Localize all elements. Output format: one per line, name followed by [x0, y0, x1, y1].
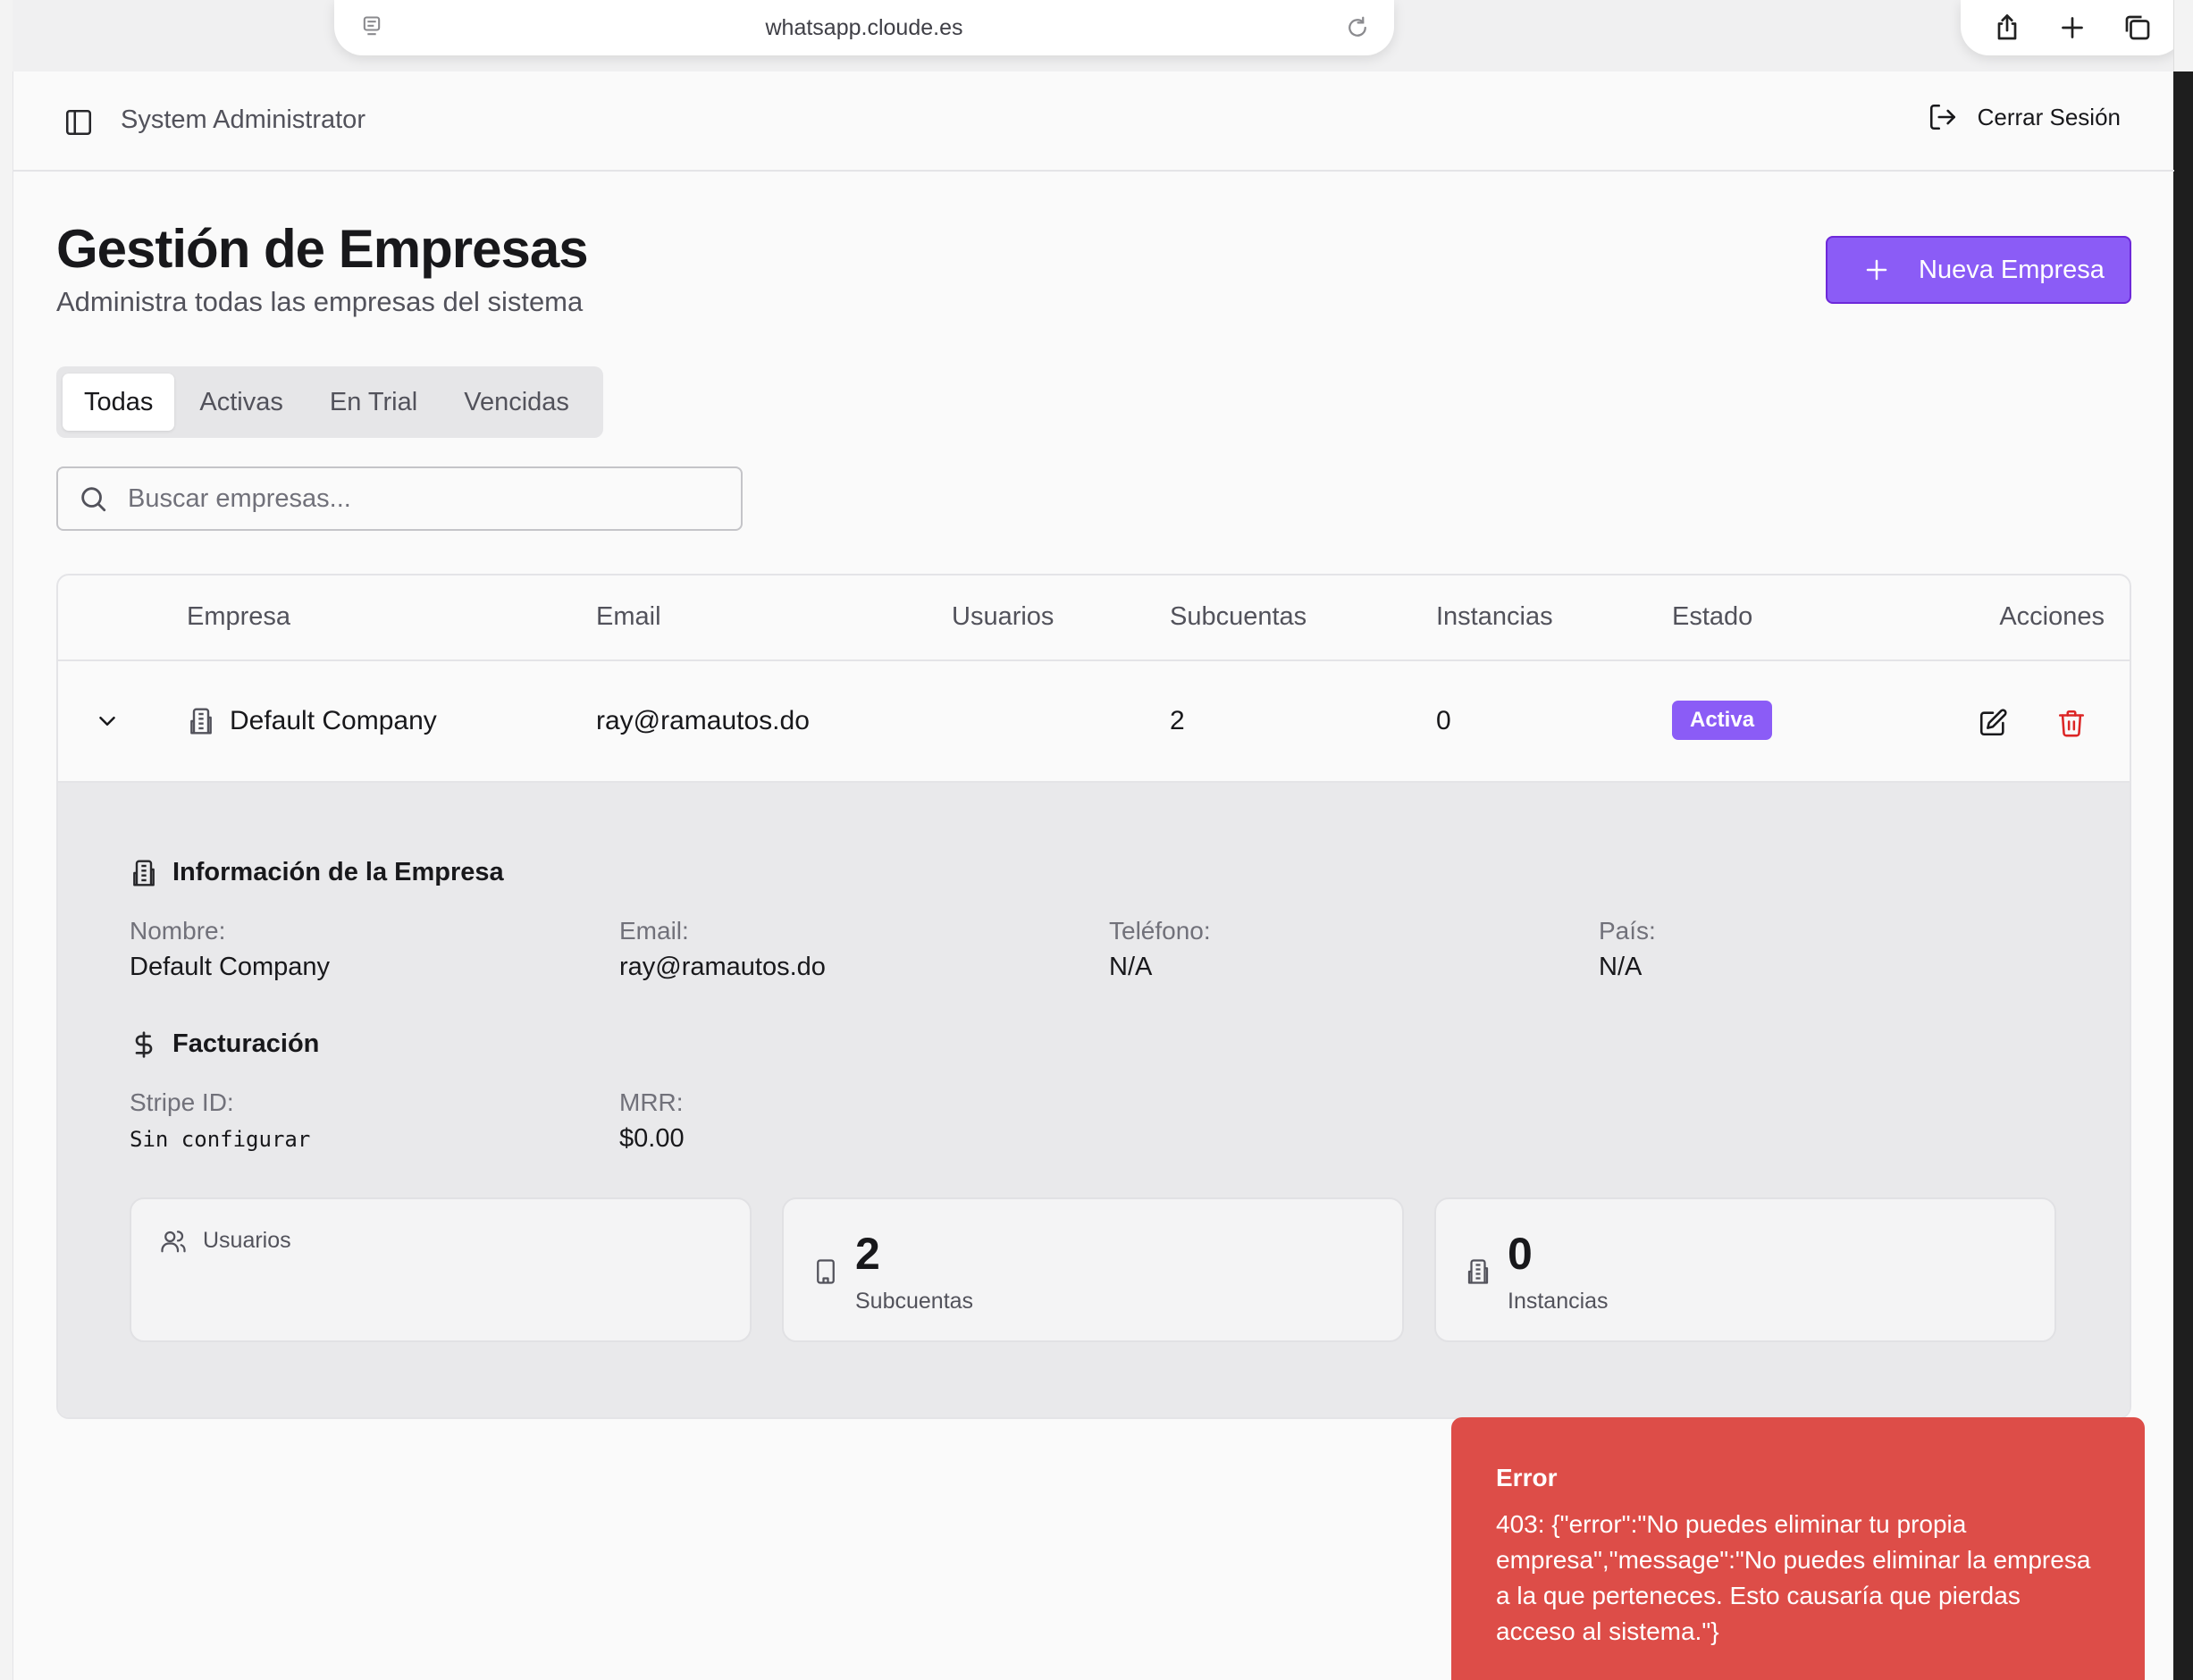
page-subtitle: Administra todas las empresas del sistem… [56, 286, 584, 317]
company-subaccounts-cell: 2 [1170, 706, 1185, 735]
name-label: Nombre: [130, 917, 226, 945]
info-section-label: Información de la Empresa [172, 858, 504, 886]
subaccounts-stat-value: 2 [855, 1229, 880, 1279]
building-icon [817, 1259, 835, 1284]
company-name-cell: Default Company [230, 706, 437, 735]
toast-message: 403: {"error":"No puedes eliminar tu pro… [1496, 1510, 2091, 1645]
phone-value: N/A [1109, 953, 1153, 981]
error-toast[interactable]: Error 403: {"error":"No puedes eliminar … [1451, 1417, 2145, 1680]
subaccounts-stat-label: Subcuentas [855, 1289, 974, 1314]
reload-icon[interactable] [1344, 14, 1371, 41]
browser-chrome: whatsapp.cloude.es [0, 0, 2193, 71]
logout-icon [1929, 104, 1955, 130]
dollar-icon [135, 1030, 153, 1058]
logout-label: Cerrar Sesión [1977, 103, 2121, 130]
table-row[interactable]: Default Company ray@ramautos.do 2 0 Acti… [58, 661, 2130, 783]
edit-icon[interactable] [1978, 708, 2008, 738]
column-header-usuarios: Usuarios [952, 602, 1054, 631]
stripe-id-label: Stripe ID: [130, 1088, 234, 1116]
column-header-empresa: Empresa [187, 602, 291, 631]
search-box [56, 466, 743, 531]
sidebar-toggle-icon[interactable] [63, 107, 94, 138]
search-input[interactable] [128, 483, 709, 514]
users-stat-label: Usuarios [203, 1228, 291, 1253]
table-header: Empresa Email Usuarios Subcuentas Instan… [58, 575, 2130, 661]
page-title: Gestión de Empresas [56, 219, 589, 279]
country-value: N/A [1599, 953, 1643, 981]
collapse-chevron-icon[interactable] [94, 708, 121, 735]
email-value: ray@ramautos.do [619, 953, 826, 981]
company-instances-cell: 0 [1436, 706, 1451, 735]
tab-vencidas[interactable]: Vencidas [442, 374, 591, 431]
address-bar[interactable]: whatsapp.cloude.es [334, 0, 1394, 55]
tab-en-trial[interactable]: En Trial [308, 374, 439, 431]
info-section-title: Información de la Empresa [130, 858, 504, 887]
mrr-value: $0.00 [619, 1124, 685, 1153]
mrr-label: MRR: [619, 1088, 684, 1116]
logout-button[interactable]: Cerrar Sesión [1928, 102, 2121, 132]
status-tabs: Todas Activas En Trial Vencidas [56, 366, 603, 438]
url-text[interactable]: whatsapp.cloude.es [766, 15, 963, 41]
building-icon [1467, 1259, 1489, 1284]
stripe-id-value: Sin configurar [130, 1127, 311, 1152]
column-header-email: Email [596, 602, 661, 631]
instances-stat-card: 0 Instancias [1434, 1197, 2056, 1342]
subaccounts-stat-card: 2 Subcuentas [782, 1197, 1404, 1342]
company-details-panel: Información de la Empresa Nombre: Defaul… [58, 783, 2130, 1417]
email-label: Email: [619, 917, 689, 945]
tab-todas[interactable]: Todas [63, 374, 175, 431]
country-label: País: [1599, 917, 1656, 945]
companies-table: Empresa Email Usuarios Subcuentas Instan… [56, 574, 2131, 1419]
users-stat-card: Usuarios [130, 1197, 752, 1342]
trash-icon[interactable] [2056, 708, 2087, 738]
building-icon [190, 708, 212, 735]
instances-stat-value: 0 [1508, 1229, 1533, 1279]
billing-section-label: Facturación [172, 1029, 320, 1058]
reader-icon[interactable] [359, 14, 384, 39]
billing-section-title: Facturación [130, 1029, 319, 1059]
browser-actions [1961, 0, 2184, 55]
search-icon [81, 487, 106, 512]
company-email-cell: ray@ramautos.do [596, 706, 810, 735]
left-window-edge [0, 0, 13, 1680]
name-value: Default Company [130, 953, 331, 981]
status-badge: Activa [1672, 701, 1773, 740]
column-header-instancias: Instancias [1436, 602, 1553, 631]
new-company-button[interactable]: Nueva Empresa [1826, 236, 2131, 304]
building-icon [133, 859, 155, 886]
instances-stat-label: Instancias [1508, 1289, 1609, 1314]
column-header-estado: Estado [1672, 602, 1753, 631]
tab-activas[interactable]: Activas [178, 374, 304, 431]
top-bar: System Administrator Cerrar Sesión [13, 71, 2174, 172]
column-header-subcuentas: Subcuentas [1170, 602, 1307, 631]
plus-icon [1866, 259, 1887, 281]
phone-label: Teléfono: [1109, 917, 1211, 945]
toast-title: Error [1496, 1464, 1558, 1491]
new-tab-icon[interactable] [2056, 12, 2088, 44]
background-editor-strip [2173, 71, 2193, 1680]
share-icon[interactable] [1991, 12, 2023, 44]
tabs-overview-icon[interactable] [2122, 12, 2154, 44]
users-icon [161, 1231, 186, 1253]
user-name: System Administrator [121, 105, 366, 134]
new-company-label: Nueva Empresa [1919, 255, 2105, 284]
column-header-acciones: Acciones [1999, 602, 2105, 631]
